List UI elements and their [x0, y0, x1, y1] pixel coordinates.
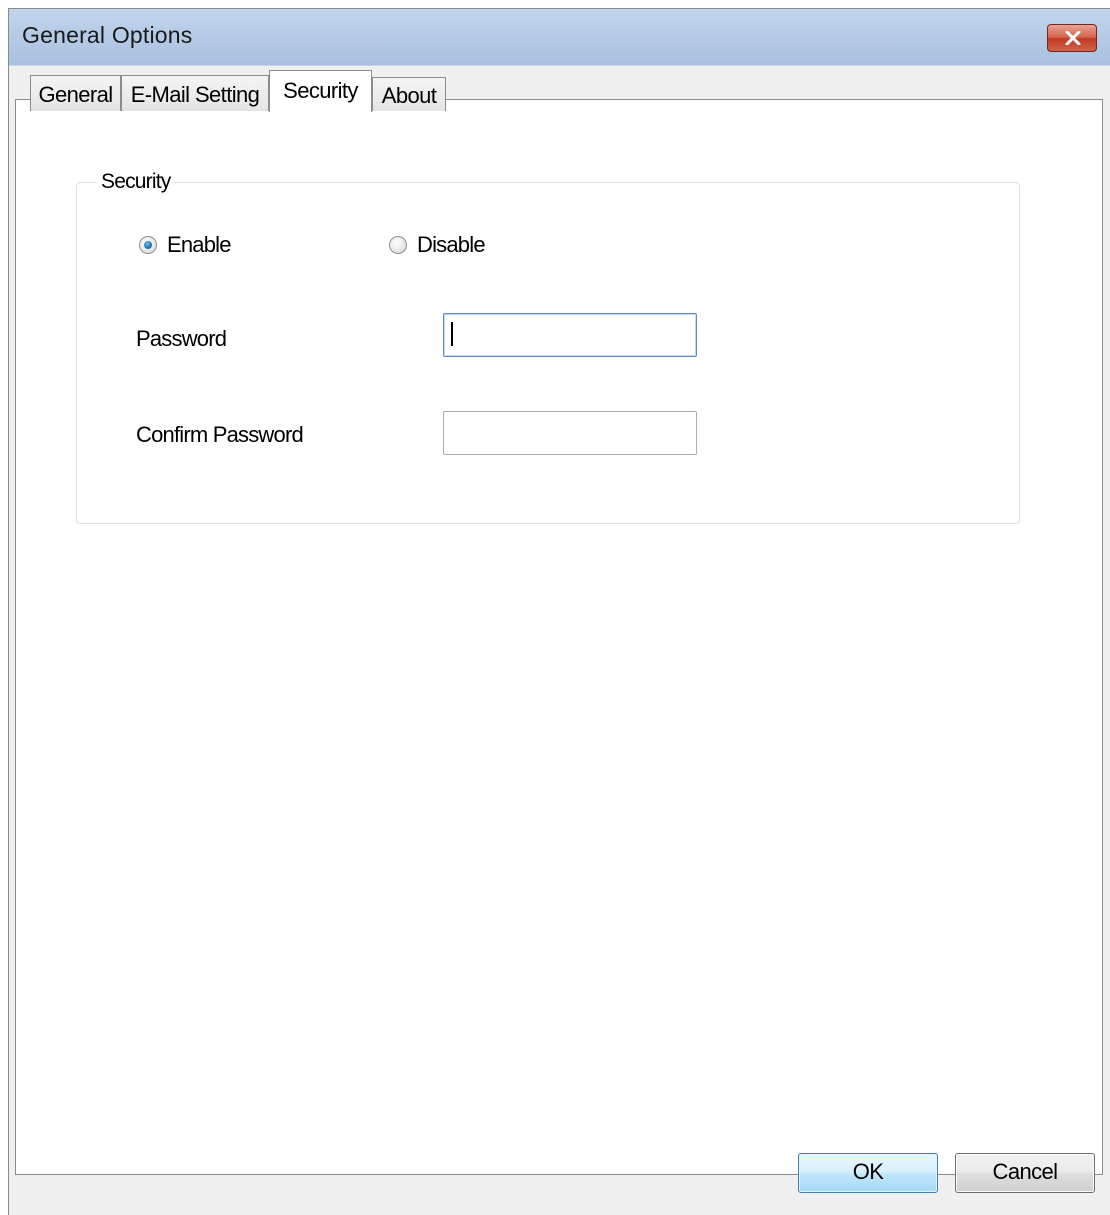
- confirm-password-label: Confirm Password: [136, 422, 304, 447]
- text-caret: [451, 322, 453, 346]
- tab-email-setting[interactable]: E-Mail Setting: [121, 75, 269, 111]
- disable-radio-label: Disable: [417, 232, 486, 257]
- security-group-title: Security: [97, 170, 175, 194]
- enable-radio-label: Enable: [167, 232, 231, 257]
- tab-general[interactable]: General: [30, 75, 121, 111]
- tab-security-label: Security: [283, 78, 358, 103]
- cancel-button[interactable]: Cancel: [955, 1153, 1095, 1193]
- disable-radio[interactable]: Disable: [389, 232, 486, 258]
- tab-email-setting-label: E-Mail Setting: [130, 82, 260, 107]
- confirm-password-input[interactable]: [444, 412, 696, 454]
- close-icon: [1065, 31, 1081, 45]
- enable-radio-circle[interactable]: [139, 236, 157, 254]
- password-field[interactable]: [443, 313, 697, 357]
- close-button[interactable]: [1047, 24, 1097, 52]
- tab-about[interactable]: About: [372, 77, 446, 111]
- title-bar[interactable]: General Options: [9, 9, 1110, 66]
- enable-radio[interactable]: Enable: [139, 232, 231, 258]
- tab-about-label: About: [381, 83, 437, 108]
- ok-button[interactable]: OK: [798, 1153, 938, 1193]
- confirm-password-field[interactable]: [443, 411, 697, 455]
- tab-security[interactable]: Security: [269, 70, 372, 112]
- password-label: Password: [136, 326, 227, 351]
- tab-general-label: General: [38, 82, 113, 107]
- radio-selected-dot: [144, 241, 152, 249]
- window-title: General Options: [22, 22, 193, 48]
- disable-radio-circle[interactable]: [389, 236, 407, 254]
- password-input[interactable]: [444, 314, 696, 356]
